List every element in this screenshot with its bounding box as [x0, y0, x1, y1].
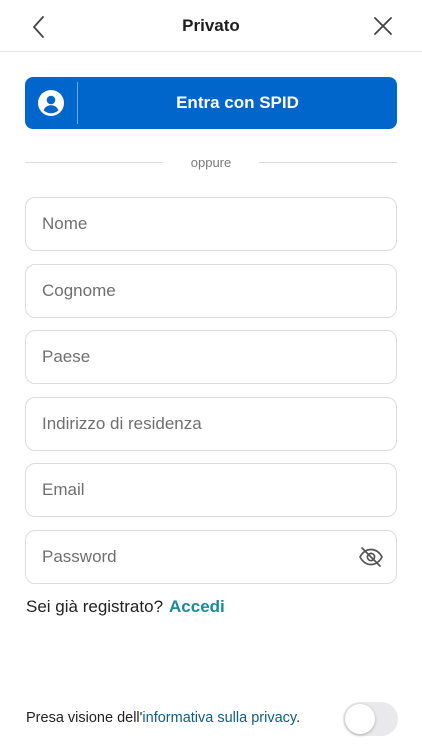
login-link[interactable]: Accedi [169, 597, 225, 616]
cognome-field-box [25, 264, 397, 318]
login-prompt: Sei già registrato? Accedi [26, 597, 225, 617]
paese-field-box [25, 330, 397, 384]
cognome-input[interactable] [42, 265, 342, 317]
page-title: Privato [182, 16, 240, 35]
indirizzo-input[interactable] [42, 398, 342, 450]
nome-input[interactable] [42, 198, 342, 250]
password-input[interactable] [42, 531, 342, 583]
privacy-suffix: . [296, 710, 301, 726]
separator-line-right [259, 162, 397, 163]
header-bar: Privato [0, 0, 422, 52]
user-circle-icon [38, 90, 64, 116]
privacy-prefix: Presa visione dell' [26, 710, 143, 726]
email-field-box [25, 463, 397, 517]
eye-slash-icon [359, 547, 383, 567]
paese-input[interactable] [42, 331, 342, 383]
privacy-policy-link[interactable]: informativa sulla privacy [142, 710, 296, 726]
login-prompt-text: Sei già registrato? [26, 597, 164, 616]
indirizzo-field-box [25, 397, 397, 451]
spid-button-label: Entra con SPID [176, 93, 299, 112]
password-field-box [25, 530, 397, 584]
toggle-knob [345, 704, 375, 734]
nome-field-box [25, 197, 397, 251]
close-icon [374, 17, 392, 35]
or-separator: oppure [25, 152, 397, 172]
close-button[interactable] [372, 15, 394, 37]
password-visibility-toggle[interactable] [358, 546, 384, 568]
email-input[interactable] [42, 464, 342, 516]
privacy-consent-text: Presa visione dell'informativa sulla pri… [26, 710, 300, 726]
privacy-toggle[interactable] [343, 702, 398, 736]
spid-login-button[interactable]: Entra con SPID [25, 77, 397, 129]
